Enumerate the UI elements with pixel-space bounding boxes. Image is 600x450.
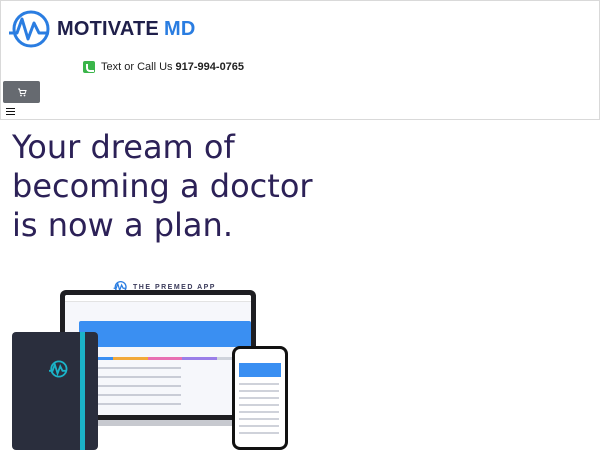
contact-phone-number[interactable]: 917-994-0765	[176, 61, 245, 73]
site-logo[interactable]: MOTIVATE MD	[7, 9, 195, 49]
phone-mockup	[232, 346, 288, 450]
brand-name-accent: MD	[163, 17, 196, 40]
brand-name-primary: MOTIVATE	[57, 17, 159, 40]
phone-icon	[83, 61, 95, 73]
site-header: MOTIVATE MD Text or Call Us 917-994-0765	[0, 0, 600, 120]
contact-label: Text or Call Us	[101, 61, 173, 73]
brand-name: MOTIVATE MD	[57, 18, 195, 41]
hamburger-menu-icon[interactable]	[6, 108, 15, 115]
phone-banner	[239, 363, 281, 377]
hero-headline: Your dream of becoming a doctor is now a…	[12, 128, 313, 244]
contact-info[interactable]: Text or Call Us 917-994-0765	[83, 61, 244, 73]
notebook-band	[80, 332, 85, 450]
motivate-md-logo-icon	[9, 10, 50, 48]
cart-icon	[17, 88, 27, 97]
notebook-logo-icon	[49, 360, 68, 378]
promo-image: THE PREMED APP	[0, 270, 600, 450]
cart-button[interactable]	[3, 81, 40, 103]
laptop-banner	[79, 321, 251, 347]
laptop-progress-bars	[79, 357, 251, 360]
notebook-mockup	[12, 332, 98, 450]
